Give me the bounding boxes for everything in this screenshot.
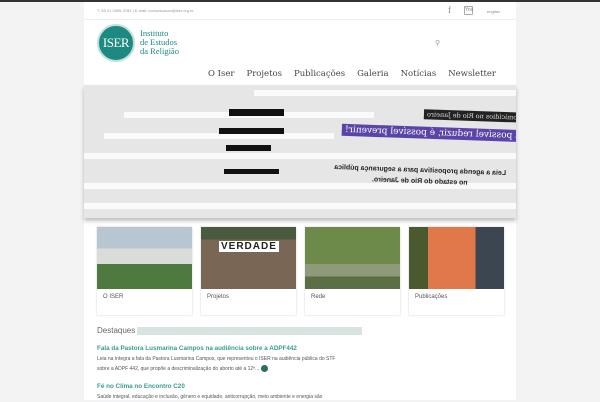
news-title[interactable]: Fala da Pastora Lusmarina Campos na audi… [97, 345, 347, 352]
slide-stripe [254, 90, 516, 96]
card-label: Rede [311, 294, 326, 300]
nav-galeria[interactable]: Galeria [357, 69, 388, 79]
read-more-icon[interactable] [260, 365, 268, 373]
heading-divider [137, 327, 362, 335]
card-label: Publicações [415, 294, 448, 300]
logo-text[interactable]: Instituto de Estudos da Religião [140, 29, 179, 56]
slide-stripe [84, 203, 516, 209]
top-bar: T. 55 21 2555-3782 | E-mail: comunicacao… [84, 2, 516, 20]
card-image: VERDADE [201, 227, 296, 289]
nav-publicacoes[interactable]: Publicações [294, 69, 345, 79]
nav-o-iser[interactable]: O Iser [208, 69, 234, 79]
nav-noticias[interactable]: Notícias [401, 69, 437, 79]
search-icon[interactable]: ⚲ [435, 39, 440, 47]
slide-stripe [84, 153, 516, 159]
language-link[interactable]: english [487, 9, 500, 14]
contact-info: T. 55 21 2555-3782 | E-mail: comunicacao… [97, 8, 194, 13]
nav-projetos[interactable]: Projetos [247, 69, 282, 79]
hero-slider[interactable]: Homicídios no Rio de Janeiro É possível … [84, 85, 516, 218]
youtube-icon[interactable]: You [464, 6, 473, 15]
nav-newsletter[interactable]: Newsletter [448, 69, 496, 79]
card-label: Projetos [207, 294, 230, 300]
slide-graphic [219, 128, 284, 134]
news-title[interactable]: Fé no Clima no Encontro C20 [97, 383, 347, 390]
news-excerpt: Saúde integral, educação e inclusão, gên… [97, 394, 323, 400]
card-image [409, 227, 504, 289]
logo-line: da Religião [140, 46, 179, 56]
card-image [97, 227, 192, 289]
card-sign: VERDADE [219, 241, 279, 252]
card-publicacoes[interactable]: Publicações [409, 227, 504, 315]
card-label: O ISER [103, 294, 124, 300]
card-projetos[interactable]: VERDADE Projetos [201, 227, 296, 315]
slide-tag: Homicídios no Rio de Janeiro [423, 109, 516, 123]
logo[interactable]: ISER [97, 24, 135, 62]
facebook-icon[interactable]: f [448, 5, 451, 15]
card-o-iser[interactable]: O ISER [97, 227, 192, 315]
feature-cards: O ISER VERDADE Projetos Rede Publicações [97, 227, 504, 315]
slide-graphic [224, 169, 279, 174]
news-item: Fé no Clima no Encontro C20 Saúde integr… [97, 383, 347, 402]
slide-graphic [229, 109, 284, 116]
page: T. 55 21 2555-3782 | E-mail: comunicacao… [84, 2, 516, 400]
main-nav: O Iser Projetos Publicações Galeria Notí… [208, 69, 496, 79]
slide-headline: É possível reduzir, é possível prevenir! [341, 123, 516, 143]
slide-graphic [226, 145, 271, 151]
news-item: Fala da Pastora Lusmarina Campos na audi… [97, 345, 347, 374]
card-image [305, 227, 400, 289]
section-heading: Destaques [97, 326, 136, 335]
card-rede[interactable]: Rede [305, 227, 400, 315]
news-excerpt: Leia na íntegra a fala da Pastora Lusmar… [97, 356, 336, 372]
